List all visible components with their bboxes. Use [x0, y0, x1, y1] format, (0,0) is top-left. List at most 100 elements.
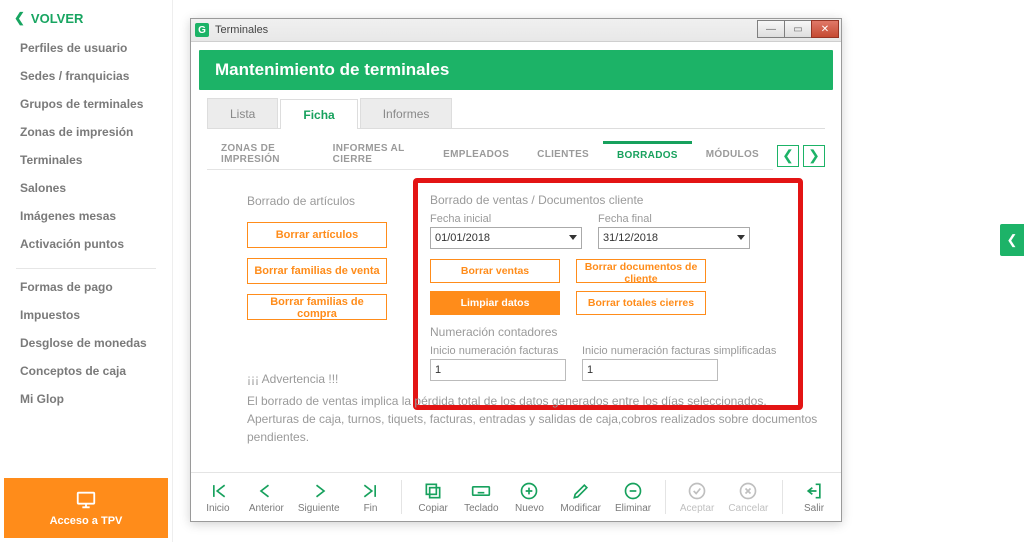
sidebar-separator — [16, 268, 156, 269]
sidebar-item[interactable]: Zonas de impresión — [0, 118, 172, 146]
sidebar-group1: Perfiles de usuario Sedes / franquicias … — [0, 34, 172, 264]
window-titlebar: G Terminales — ▭ ✕ — [191, 19, 841, 42]
borrar-familias-compra-button[interactable]: Borrar familias de compra — [247, 294, 387, 320]
copiar-button[interactable]: Copiar — [416, 481, 450, 514]
warning-line1: El borrado de ventas implica la pérdida … — [247, 392, 825, 410]
sidebar-item[interactable]: Perfiles de usuario — [0, 34, 172, 62]
modificar-button[interactable]: Modificar — [560, 481, 601, 514]
minimize-button[interactable]: — — [757, 20, 785, 38]
fecha-inicial-group: Fecha inicial 01/01/2018 — [430, 213, 582, 249]
warning-line2: Aperturas de caja, turnos, tiquets, fact… — [247, 410, 825, 446]
inicio-button[interactable]: Inicio — [201, 481, 235, 514]
fin-button[interactable]: Fin — [354, 481, 388, 514]
sidebar-item[interactable]: Formas de pago — [0, 273, 172, 301]
aceptar-button: Aceptar — [680, 481, 714, 514]
fecha-final-label: Fecha final — [598, 213, 750, 225]
sidebar-item[interactable]: Impuestos — [0, 301, 172, 329]
teclado-button[interactable]: Teclado — [464, 481, 498, 514]
app-icon: G — [195, 23, 209, 37]
sidebar-item[interactable]: Terminales — [0, 146, 172, 174]
subtab-borrados[interactable]: BORRADOS — [603, 141, 692, 169]
check-circle-icon — [687, 481, 707, 501]
anterior-button[interactable]: Anterior — [249, 481, 284, 514]
sidebar-item[interactable]: Salones — [0, 174, 172, 202]
borrado-articulos-section: Borrado de artículos Borrar artículos Bo… — [247, 194, 407, 330]
back-label: VOLVER — [31, 11, 84, 26]
siguiente-button[interactable]: Siguiente — [298, 481, 340, 514]
fecha-inicial-dropdown[interactable]: 01/01/2018 — [430, 227, 582, 249]
section-title: Borrado de artículos — [247, 194, 407, 208]
exit-icon — [804, 481, 824, 501]
maximize-button[interactable]: ▭ — [784, 20, 812, 38]
window-controls: — ▭ ✕ — [758, 20, 839, 38]
toolbar-separator — [665, 480, 666, 514]
sidebar-group2: Formas de pago Impuestos Desglose de mon… — [0, 273, 172, 419]
bottom-toolbar: Inicio Anterior Siguiente Fin Copiar Tec… — [191, 472, 841, 521]
subtab-empleados[interactable]: EMPLEADOS — [429, 141, 523, 169]
chevron-left-icon: ❮ — [14, 10, 25, 26]
window-title: Terminales — [215, 24, 268, 36]
left-sidebar: ❮ VOLVER Perfiles de usuario Sedes / fra… — [0, 0, 173, 542]
warning-heading: ¡¡¡ Advertencia !!! — [247, 370, 825, 388]
access-tpv-button[interactable]: Acceso a TPV — [4, 478, 168, 538]
go-first-icon — [208, 481, 228, 501]
subtabs: ZONAS DE IMPRESIÓN INFORMES AL CIERRE EM… — [207, 141, 773, 170]
monitor-icon — [73, 489, 99, 511]
borrar-totales-cierres-button[interactable]: Borrar totales cierres — [576, 291, 706, 315]
nuevo-button[interactable]: Nuevo — [513, 481, 547, 514]
plus-circle-icon — [519, 481, 539, 501]
limpiar-datos-button[interactable]: Limpiar datos — [430, 291, 560, 315]
section-title: Borrado de ventas / Documentos cliente — [430, 193, 790, 207]
tab-ficha[interactable]: Ficha — [280, 99, 357, 129]
subtab-scroll-left[interactable]: ❮ — [777, 145, 799, 167]
warning-text: ¡¡¡ Advertencia !!! El borrado de ventas… — [247, 370, 825, 446]
tpv-label: Acceso a TPV — [50, 515, 123, 527]
eliminar-button[interactable]: Eliminar — [615, 481, 651, 514]
window-header: Mantenimiento de terminales — [199, 50, 833, 90]
cancelar-button: Cancelar — [728, 481, 768, 514]
go-next-icon — [309, 481, 329, 501]
subtab-informes-cierre[interactable]: INFORMES AL CIERRE — [319, 141, 429, 169]
tab-informes[interactable]: Informes — [360, 98, 453, 128]
borrar-ventas-button[interactable]: Borrar ventas — [430, 259, 560, 283]
action-buttons-grid: Borrar ventas Borrar documentos de clien… — [430, 259, 790, 315]
subtab-scroll-right[interactable]: ❯ — [803, 145, 825, 167]
num-simplificadas-label: Inicio numeración facturas simplificadas — [582, 345, 776, 357]
date-row: Fecha inicial 01/01/2018 Fecha final 31/… — [430, 213, 790, 249]
sidebar-item[interactable]: Desglose de monedas — [0, 329, 172, 357]
toolbar-separator — [401, 480, 402, 514]
close-button[interactable]: ✕ — [811, 20, 839, 38]
go-prev-icon — [256, 481, 276, 501]
back-link[interactable]: ❮ VOLVER — [0, 0, 172, 34]
fecha-final-dropdown[interactable]: 31/12/2018 — [598, 227, 750, 249]
subtab-modulos[interactable]: MÓDULOS — [692, 141, 773, 169]
tab-lista[interactable]: Lista — [207, 98, 278, 128]
sidebar-item[interactable]: Activación puntos — [0, 230, 172, 258]
toolbar-separator — [782, 480, 783, 514]
minus-circle-icon — [623, 481, 643, 501]
sidebar-item[interactable]: Sedes / franquicias — [0, 62, 172, 90]
subtab-clientes[interactable]: CLIENTES — [523, 141, 603, 169]
pencil-icon — [571, 481, 591, 501]
borrar-documentos-cliente-button[interactable]: Borrar documentos de cliente — [576, 259, 706, 283]
chevron-left-icon: ❮ — [1007, 232, 1018, 248]
fecha-inicial-label: Fecha inicial — [430, 213, 582, 225]
num-facturas-label: Inicio numeración facturas — [430, 345, 566, 357]
subtab-zonas[interactable]: ZONAS DE IMPRESIÓN — [207, 141, 319, 169]
copy-icon — [423, 481, 443, 501]
numeracion-title: Numeración contadores — [430, 325, 790, 339]
sidebar-item[interactable]: Mi Glop — [0, 385, 172, 413]
salir-button[interactable]: Salir — [797, 481, 831, 514]
subtabs-row: ZONAS DE IMPRESIÓN INFORMES AL CIERRE EM… — [207, 141, 825, 170]
go-last-icon — [361, 481, 381, 501]
borrar-articulos-button[interactable]: Borrar artículos — [247, 222, 387, 248]
sidebar-item[interactable]: Conceptos de caja — [0, 357, 172, 385]
sidebar-item[interactable]: Grupos de terminales — [0, 90, 172, 118]
borrar-familias-venta-button[interactable]: Borrar familias de venta — [247, 258, 387, 284]
keyboard-icon — [471, 481, 491, 501]
terminals-window: G Terminales — ▭ ✕ Mantenimiento de term… — [190, 18, 842, 522]
right-edge-tab[interactable]: ❮ — [1000, 224, 1024, 256]
sidebar-item[interactable]: Imágenes mesas — [0, 202, 172, 230]
main-tabs: Lista Ficha Informes — [207, 98, 825, 129]
x-circle-icon — [738, 481, 758, 501]
